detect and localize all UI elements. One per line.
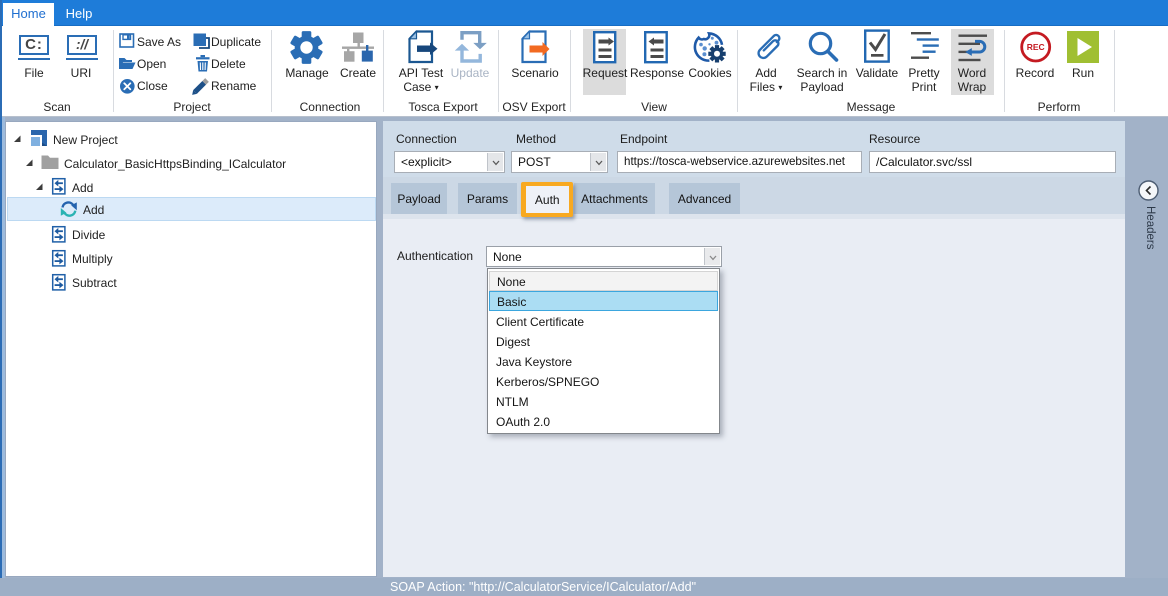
svg-text:REC: REC (1027, 42, 1045, 52)
